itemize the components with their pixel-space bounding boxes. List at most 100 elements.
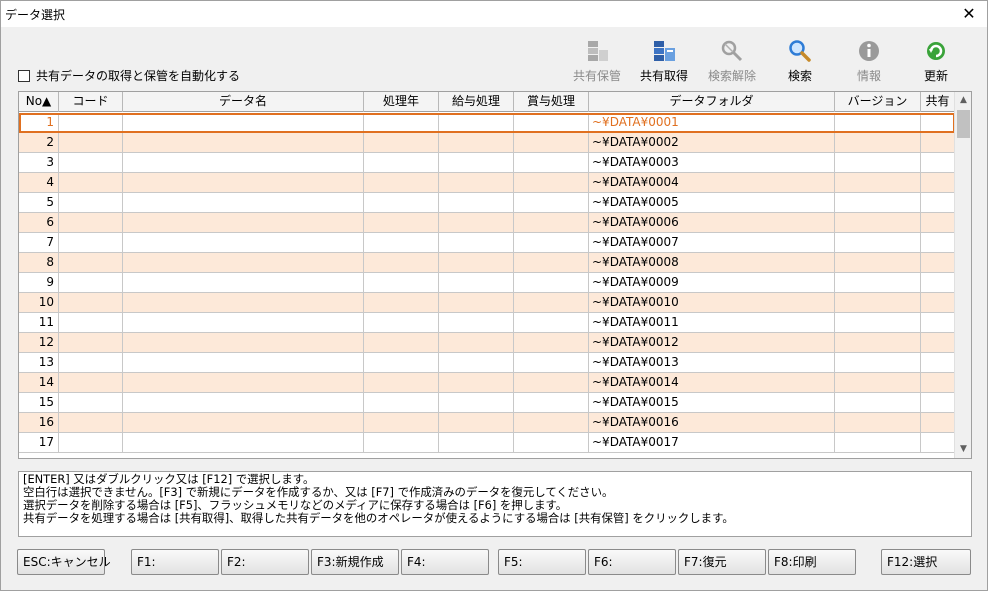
cell-year bbox=[364, 233, 439, 252]
col-header-name[interactable]: データ名 bbox=[123, 92, 364, 112]
col-header-code[interactable]: コード bbox=[59, 92, 123, 112]
cell-version bbox=[835, 413, 921, 432]
cell-code bbox=[59, 293, 123, 312]
cell-no: 1 bbox=[19, 113, 59, 132]
cell-name bbox=[123, 213, 364, 232]
cell-kyuyo bbox=[439, 253, 514, 272]
table-row[interactable]: 16 ~¥DATA¥0016 bbox=[19, 413, 955, 433]
vertical-scrollbar[interactable]: ▲ ▼ bbox=[954, 92, 971, 458]
cell-code bbox=[59, 373, 123, 392]
table-row[interactable]: 15 ~¥DATA¥0015 bbox=[19, 393, 955, 413]
table-row[interactable]: 8 ~¥DATA¥0008 bbox=[19, 253, 955, 273]
f1-button[interactable]: F1: bbox=[131, 549, 219, 575]
cell-shoyo bbox=[514, 133, 589, 152]
cell-code bbox=[59, 173, 123, 192]
cell-shoyo bbox=[514, 413, 589, 432]
f8-print-button[interactable]: F8:印刷 bbox=[768, 549, 856, 575]
col-header-version[interactable]: バージョン bbox=[835, 92, 921, 112]
cell-kyuyo bbox=[439, 333, 514, 352]
table-row[interactable]: 10 ~¥DATA¥0010 bbox=[19, 293, 955, 313]
f3-new-button[interactable]: F3:新規作成 bbox=[311, 549, 399, 575]
cell-folder: ~¥DATA¥0001 bbox=[589, 113, 835, 132]
cell-version bbox=[835, 433, 921, 452]
cell-folder: ~¥DATA¥0003 bbox=[589, 153, 835, 172]
cell-code bbox=[59, 213, 123, 232]
table-row[interactable]: 6 ~¥DATA¥0006 bbox=[19, 213, 955, 233]
cell-no: 15 bbox=[19, 393, 59, 412]
cell-shoyo bbox=[514, 193, 589, 212]
cell-folder: ~¥DATA¥0006 bbox=[589, 213, 835, 232]
info-button[interactable]: 情報 bbox=[838, 37, 900, 85]
info-icon bbox=[859, 41, 879, 61]
esc-cancel-button[interactable]: ESC:キャンセル bbox=[17, 549, 111, 575]
scroll-thumb[interactable] bbox=[957, 110, 970, 138]
cell-shoyo bbox=[514, 393, 589, 412]
table-row[interactable]: 13 ~¥DATA¥0013 bbox=[19, 353, 955, 373]
cell-no: 9 bbox=[19, 273, 59, 292]
cell-folder: ~¥DATA¥0002 bbox=[589, 133, 835, 152]
cell-version bbox=[835, 253, 921, 272]
table-row[interactable]: 5 ~¥DATA¥0005 bbox=[19, 193, 955, 213]
search-label: 検索 bbox=[787, 69, 812, 83]
cell-year bbox=[364, 173, 439, 192]
refresh-button[interactable]: 更新 bbox=[905, 37, 967, 85]
magnifier-icon bbox=[789, 40, 811, 62]
table-row[interactable]: 7 ~¥DATA¥0007 bbox=[19, 233, 955, 253]
search-clear-button[interactable]: 検索解除 bbox=[701, 37, 763, 85]
cell-share bbox=[921, 133, 955, 152]
search-button[interactable]: 検索 bbox=[769, 37, 831, 85]
cell-share bbox=[921, 373, 955, 392]
table-row[interactable]: 3 ~¥DATA¥0003 bbox=[19, 153, 955, 173]
cell-share bbox=[921, 333, 955, 352]
cell-code bbox=[59, 153, 123, 172]
table-row[interactable]: 4 ~¥DATA¥0004 bbox=[19, 173, 955, 193]
cell-name bbox=[123, 113, 364, 132]
cell-name bbox=[123, 253, 364, 272]
col-header-folder[interactable]: データフォルダ bbox=[589, 92, 835, 112]
cell-folder: ~¥DATA¥0008 bbox=[589, 253, 835, 272]
close-icon[interactable]: ✕ bbox=[955, 1, 983, 27]
table-row[interactable]: 11 ~¥DATA¥0011 bbox=[19, 313, 955, 333]
cell-name bbox=[123, 393, 364, 412]
cell-no: 4 bbox=[19, 173, 59, 192]
scroll-up-icon[interactable]: ▲ bbox=[955, 92, 971, 109]
table-row[interactable]: 2 ~¥DATA¥0002 bbox=[19, 133, 955, 153]
f12-select-button[interactable]: F12:選択 bbox=[881, 549, 971, 575]
cell-code bbox=[59, 273, 123, 292]
cell-share bbox=[921, 193, 955, 212]
help-line: 共有データを処理する場合は [共有取得]、取得した共有データを他のオペレータが使… bbox=[23, 511, 734, 525]
scroll-down-icon[interactable]: ▼ bbox=[955, 441, 971, 458]
cell-year bbox=[364, 153, 439, 172]
f4-button[interactable]: F4: bbox=[401, 549, 489, 575]
col-header-year[interactable]: 処理年 bbox=[364, 92, 439, 112]
cell-share bbox=[921, 393, 955, 412]
share-get-button[interactable]: 共有取得 bbox=[633, 37, 695, 85]
cell-year bbox=[364, 353, 439, 372]
table-row[interactable]: 1 ~¥DATA¥0001 bbox=[19, 113, 955, 133]
cell-folder: ~¥DATA¥0014 bbox=[589, 373, 835, 392]
cell-year bbox=[364, 333, 439, 352]
cell-share bbox=[921, 153, 955, 172]
data-grid[interactable]: No▲ コード データ名 処理年 給与処理 賞与処理 データフォルダ バージョン… bbox=[18, 91, 972, 459]
col-header-shoyo[interactable]: 賞与処理 bbox=[514, 92, 589, 112]
f7-restore-button[interactable]: F7:復元 bbox=[678, 549, 766, 575]
cell-year bbox=[364, 293, 439, 312]
col-header-kyuyo[interactable]: 給与処理 bbox=[439, 92, 514, 112]
cell-code bbox=[59, 133, 123, 152]
cell-version bbox=[835, 373, 921, 392]
table-row[interactable]: 12 ~¥DATA¥0012 bbox=[19, 333, 955, 353]
cell-share bbox=[921, 273, 955, 292]
table-row[interactable]: 9 ~¥DATA¥0009 bbox=[19, 273, 955, 293]
table-row[interactable]: 14 ~¥DATA¥0014 bbox=[19, 373, 955, 393]
f5-button[interactable]: F5: bbox=[498, 549, 586, 575]
col-header-no[interactable]: No▲ bbox=[19, 92, 59, 112]
cell-year bbox=[364, 133, 439, 152]
refresh-icon bbox=[927, 42, 945, 60]
f6-button[interactable]: F6: bbox=[588, 549, 676, 575]
cell-no: 2 bbox=[19, 133, 59, 152]
col-header-share[interactable]: 共有 bbox=[921, 92, 955, 112]
share-store-button[interactable]: 共有保管 bbox=[566, 37, 628, 85]
f2-button[interactable]: F2: bbox=[221, 549, 309, 575]
cell-folder: ~¥DATA¥0011 bbox=[589, 313, 835, 332]
table-row[interactable]: 17 ~¥DATA¥0017 bbox=[19, 433, 955, 453]
